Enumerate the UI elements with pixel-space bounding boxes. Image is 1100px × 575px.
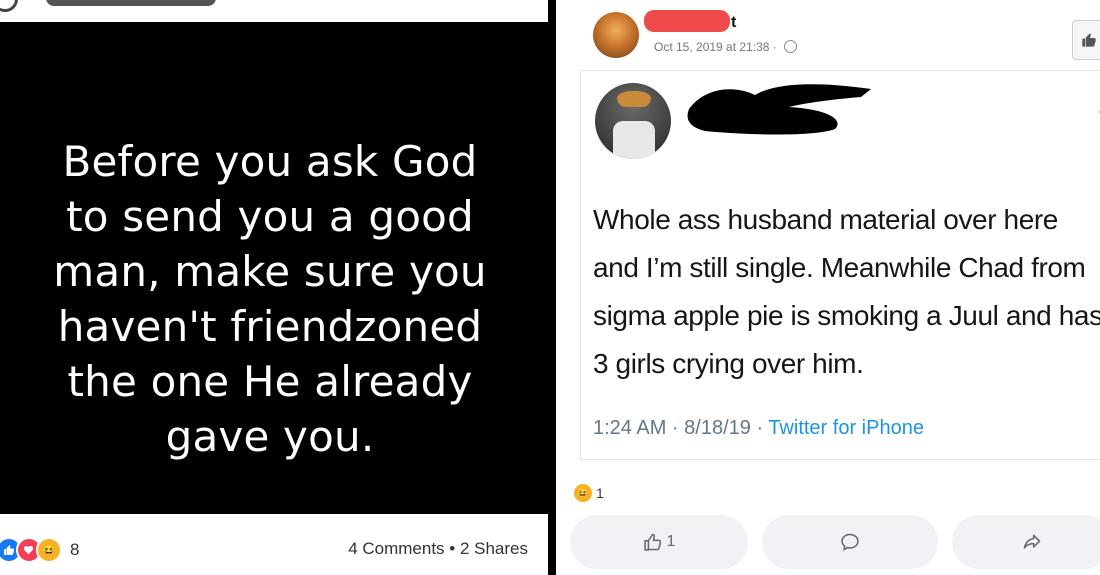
post-timestamp[interactable]: Oct 15, 2019 at 21:38 · — [654, 40, 798, 54]
thumbs-up-icon — [643, 533, 661, 551]
avatar-shirt — [613, 121, 655, 159]
avatar[interactable] — [0, 0, 18, 12]
quote-text: Before you ask God to send you a good ma… — [30, 134, 510, 464]
quote-line: the one He already — [67, 357, 473, 406]
comment-button[interactable] — [762, 515, 938, 569]
quote-line: man, make sure you — [53, 247, 487, 296]
reaction-summary[interactable]: 😆 8 — [0, 537, 79, 563]
tweet-source: Twitter for iPhone — [768, 417, 924, 439]
action-bar: 1 — [556, 515, 1100, 571]
left-facebook-post: Before you ask God to send you a good ma… — [0, 0, 548, 575]
reaction-summary[interactable]: 😆 1 — [574, 484, 604, 502]
quote-line: Before you ask God — [62, 137, 478, 186]
post-footer: 😆 8 4 Comments • 2 Shares — [0, 514, 548, 575]
thumbs-up-icon — [1082, 33, 1096, 47]
like-button[interactable]: 1 — [570, 515, 748, 569]
avatar[interactable] — [593, 12, 639, 58]
timestamp-text: Oct 15, 2019 at 21:38 · — [654, 40, 777, 54]
right-facebook-post: t Oct 15, 2019 at 21:38 · ⌄ Whole ass hu… — [556, 0, 1100, 575]
tweet-text: Whole ass husband material over here and… — [593, 204, 1100, 379]
comment-icon — [841, 533, 859, 551]
share-icon — [1023, 534, 1041, 549]
author-name-fragment[interactable]: t — [731, 14, 736, 32]
chevron-down-icon[interactable]: ⌄ — [1096, 103, 1100, 117]
like-page-button[interactable] — [1072, 20, 1100, 60]
quote-line: haven't friendzoned — [57, 302, 483, 351]
panel-divider — [548, 0, 556, 575]
tweet-avatar — [595, 83, 671, 159]
post-header-cropped — [0, 0, 548, 22]
redacted-name — [46, 0, 216, 6]
tweet-time: 1:24 AM · 8/18/19 · — [593, 417, 764, 439]
reaction-count: 1 — [596, 485, 604, 501]
reaction-count: 8 — [70, 540, 80, 559]
quote-line: gave you. — [165, 412, 375, 461]
haha-icon: 😆 — [36, 537, 62, 563]
post-header: t Oct 15, 2019 at 21:38 · — [556, 0, 1100, 70]
tweet-meta: 1:24 AM · 8/18/19 · Twitter for iPhone — [593, 417, 924, 440]
comments-shares-count[interactable]: 4 Comments • 2 Shares — [348, 539, 528, 559]
redacted-name — [644, 10, 730, 32]
quote-line: to send you a good — [66, 192, 474, 241]
globe-icon — [784, 40, 798, 53]
redacted-tweet-name — [687, 84, 871, 135]
share-button[interactable] — [952, 515, 1100, 569]
avatar-hat — [617, 91, 651, 107]
haha-icon: 😆 — [574, 484, 592, 502]
tweet-screenshot[interactable]: ⌄ Whole ass husband material over here a… — [580, 70, 1100, 460]
like-count: 1 — [666, 533, 676, 550]
quote-image[interactable]: Before you ask God to send you a good ma… — [0, 22, 548, 514]
